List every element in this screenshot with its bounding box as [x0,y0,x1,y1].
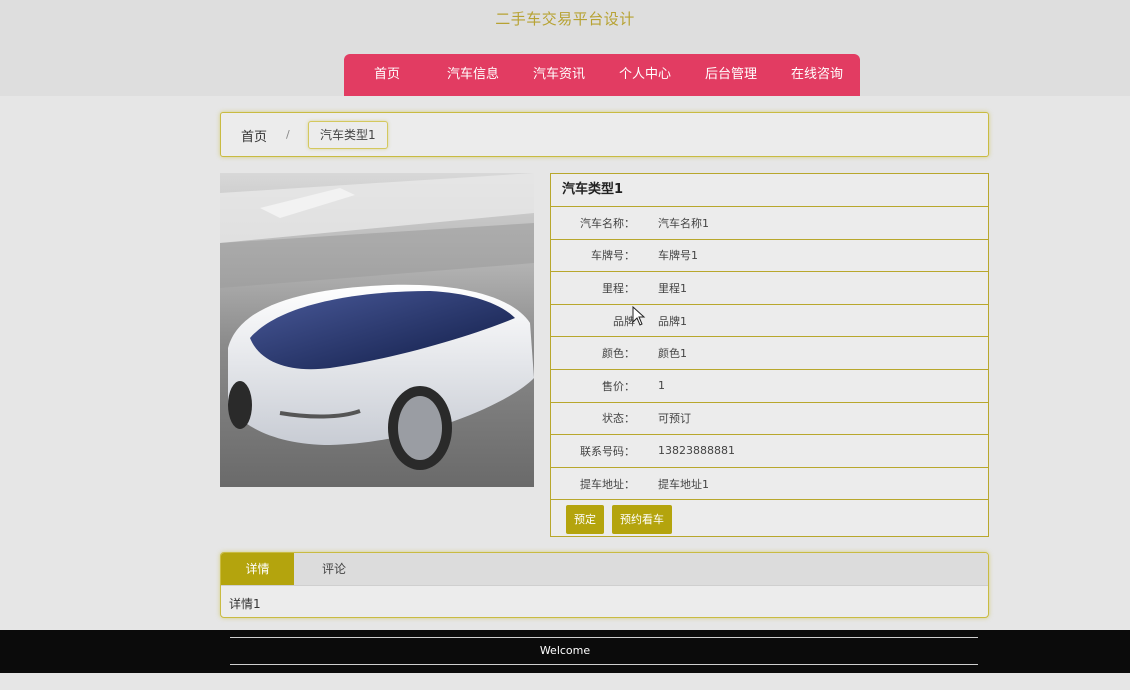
car-photo [220,173,534,487]
detail-row-phone: 联系号码： 13823888881 [551,435,988,468]
detail-row-pickup-address: 提车地址： 提车地址1 [551,468,988,501]
breadcrumb-separator: / [286,128,290,141]
detail-value: 里程1 [658,281,687,295]
tab-comments[interactable]: 评论 [302,553,366,585]
nav-car-news[interactable]: 汽车资讯 [516,54,602,96]
nav-car-info[interactable]: 汽车信息 [430,54,516,96]
mouse-cursor-icon [632,305,646,330]
book-viewing-button[interactable]: 预约看车 [612,504,672,534]
tab-header: 详情 评论 [221,553,988,586]
detail-row-status: 状态： 可预订 [551,403,988,436]
main-nav: 首页 汽车信息 汽车资讯 个人中心 后台管理 在线咨询 [344,54,860,96]
detail-row-price: 售价： 1 [551,370,988,403]
detail-label: 售价： [602,379,635,393]
detail-value: 1 [658,379,665,393]
detail-label: 里程： [602,281,635,295]
breadcrumb-current: 汽车类型1 [308,121,388,149]
nav-personal-center[interactable]: 个人中心 [602,54,688,96]
detail-row-color: 颜色： 颜色1 [551,337,988,370]
detail-label: 颜色： [602,347,635,361]
top-header: 二手车交易平台设计 首页 汽车信息 汽车资讯 个人中心 后台管理 在线咨询 [0,0,1130,96]
footer: Welcome [0,630,1130,673]
action-buttons: 预定 预约看车 [551,500,988,538]
tab-details[interactable]: 详情 [221,553,294,585]
detail-tabs: 详情 评论 详情1 [220,552,989,618]
footer-divider [230,664,978,665]
car-detail-table: 汽车类型1 汽车名称： 汽车名称1 车牌号： 车牌号1 里程： 里程1 品牌 品… [550,173,989,537]
detail-row-mileage: 里程： 里程1 [551,272,988,305]
car-detail-title: 汽车类型1 [551,174,988,207]
detail-label: 品牌 [613,314,635,328]
reserve-button[interactable]: 预定 [566,504,604,534]
detail-value: 13823888881 [658,444,735,458]
detail-label: 车牌号： [591,249,635,263]
detail-label: 状态： [602,412,635,426]
detail-value: 颜色1 [658,347,687,361]
detail-row-plate: 车牌号： 车牌号1 [551,240,988,273]
breadcrumb-home[interactable]: 首页 [241,126,267,145]
detail-row-brand: 品牌 品牌1 [551,305,988,338]
tab-content: 详情1 [229,597,261,611]
nav-admin[interactable]: 后台管理 [688,54,774,96]
detail-value: 品牌1 [658,314,687,328]
detail-label: 汽车名称： [580,216,635,230]
nav-home[interactable]: 首页 [344,54,430,96]
car-illustration [220,173,534,487]
breadcrumb: 首页 / 汽车类型1 [220,112,989,157]
nav-online-consult[interactable]: 在线咨询 [774,54,860,96]
footer-divider [230,637,978,638]
footer-welcome: Welcome [539,644,591,657]
detail-value: 汽车名称1 [658,216,709,230]
detail-value: 可预订 [658,412,691,426]
detail-label: 提车地址： [580,477,635,491]
site-title: 二手车交易平台设计 [495,10,635,28]
detail-row-name: 汽车名称： 汽车名称1 [551,207,988,240]
detail-label: 联系号码： [580,444,635,458]
detail-value: 车牌号1 [658,249,698,263]
detail-value: 提车地址1 [658,477,709,491]
